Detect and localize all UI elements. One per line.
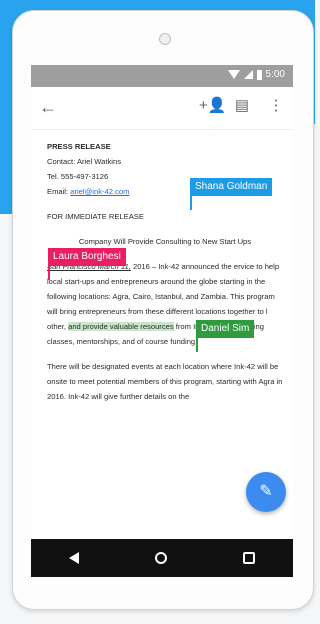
doc-highlight: and provide valuable resources [68,322,174,331]
battery-icon [256,69,262,80]
nav-home-icon[interactable] [155,552,167,564]
nav-back-icon[interactable] [69,552,79,564]
collaborator-tag-laura: Laura Borghesi [48,248,126,266]
doc-email-label: Email: [47,187,69,196]
edit-fab-button[interactable]: ✎ [246,472,286,512]
doc-heading: PRESS RELEASE [47,142,111,151]
doc-release: FOR IMMEDIATE RELEASE [47,212,144,221]
add-person-icon[interactable]: +👤 [199,97,226,115]
wifi-icon [227,70,240,79]
nav-bar [31,539,293,577]
collaborator-tag-shana: Shana Goldman [190,178,273,196]
pencil-icon: ✎ [259,483,273,500]
camera-icon [159,33,171,45]
doc-p1-text-c: other, [47,322,69,331]
status-bar: 5:00 [31,65,293,87]
doc-email-link[interactable]: ariel@ink-42.com [70,187,129,196]
doc-p1-text: 2016 – Ink-42 announced the [130,262,234,271]
collaborator-cursor-shana [190,192,192,210]
app-bar: ← +👤 ▤ ⋮ [31,87,293,130]
doc-contact: Contact: Ariel Watkins [47,157,121,166]
collaborator-cursor-laura [48,262,50,280]
signal-icon [243,70,253,79]
doc-paragraph-2: There will be designated events at each … [47,362,283,401]
status-time: 5:00 [265,69,285,80]
nav-recents-icon[interactable] [243,552,255,564]
collaborator-cursor-daniel [196,334,198,352]
arrow-left-icon[interactable]: ← [39,97,59,117]
comment-icon[interactable]: ▤ [233,97,251,115]
doc-subtitle: Company Will Provide Consulting to New S… [78,237,252,246]
phone-frame: 5:00 ← +👤 ▤ ⋮ PRESS RELEASE Contact: Ari… [12,10,314,610]
more-vert-icon[interactable]: ⋮ [267,97,285,115]
collaborator-tag-daniel: Daniel Sim [196,320,255,338]
